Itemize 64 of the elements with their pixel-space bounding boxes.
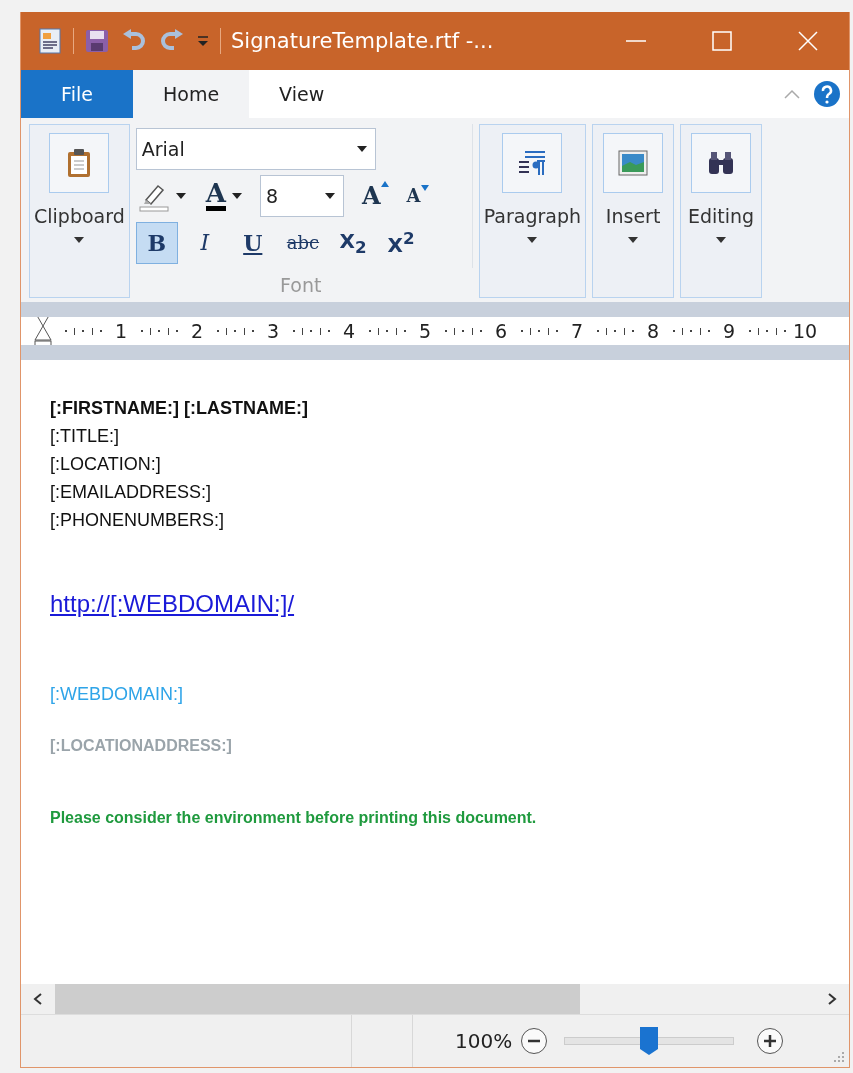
bold-button[interactable]: B bbox=[135, 221, 178, 264]
ribbon-tab[interactable]: Home bbox=[133, 70, 250, 118]
insert-label[interactable]: Insert bbox=[605, 205, 661, 227]
file-menu-tab[interactable]: File bbox=[21, 70, 133, 118]
caret-icon bbox=[356, 146, 367, 152]
document-text: [:LOCATIONADDRESS:] bbox=[50, 736, 232, 756]
document-text: [:TITLE:] bbox=[50, 425, 119, 448]
slider-thumb[interactable] bbox=[639, 1026, 660, 1056]
close-icon[interactable] bbox=[797, 30, 819, 52]
font-size-dropdown[interactable]: 8 bbox=[259, 174, 344, 217]
caret-down-icon bbox=[420, 185, 429, 191]
caret-icon[interactable] bbox=[231, 192, 242, 199]
ruler-number: 5 bbox=[417, 320, 432, 342]
zoom-in-icon[interactable] bbox=[756, 1027, 785, 1055]
editing-label[interactable]: Editing bbox=[688, 205, 755, 227]
caret-icon[interactable] bbox=[628, 237, 639, 243]
maximize-icon[interactable] bbox=[711, 30, 733, 52]
ruler-number: 6 bbox=[493, 320, 508, 342]
document-text: [:LOCATION:] bbox=[50, 453, 161, 476]
help-icon[interactable] bbox=[813, 80, 841, 108]
ruler-number: 8 bbox=[645, 320, 660, 342]
document-text: [:FIRSTNAME:] [:LASTNAME:] bbox=[50, 397, 308, 420]
resize-grip-icon[interactable] bbox=[833, 1051, 845, 1063]
zoom-slider[interactable] bbox=[564, 1026, 735, 1056]
caret-icon[interactable] bbox=[716, 237, 727, 243]
font-group-label: Font bbox=[280, 274, 322, 296]
caret-icon[interactable] bbox=[527, 237, 538, 243]
scrollbar-thumb[interactable] bbox=[55, 984, 580, 1014]
zoom-level-text: 100% bbox=[455, 1029, 513, 1053]
picture-icon[interactable] bbox=[618, 150, 649, 176]
italic-button[interactable]: I bbox=[183, 221, 226, 264]
customize-caret-icon[interactable] bbox=[196, 34, 210, 48]
document-text: [:WEBDOMAIN:] bbox=[50, 683, 183, 706]
paragraph-label[interactable]: Paragraph bbox=[483, 205, 582, 227]
window-title: SignatureTemplate.rtf -... bbox=[231, 29, 494, 53]
ruler-number: 3 bbox=[265, 320, 280, 342]
font-color-button[interactable]: A bbox=[205, 180, 226, 211]
sub-button[interactable]: X$_{2}$ bbox=[332, 221, 375, 264]
ruler-number: 1 bbox=[113, 320, 128, 342]
sup-button[interactable]: X$^{2}$ bbox=[380, 221, 423, 264]
wordpad-icon[interactable] bbox=[37, 27, 63, 55]
caret-icon[interactable] bbox=[175, 192, 186, 199]
document-text: [:PHONENUMBERS:] bbox=[50, 509, 225, 532]
ruler-number: 7 bbox=[569, 320, 584, 342]
save-icon[interactable] bbox=[84, 28, 110, 54]
clipboard-icon[interactable] bbox=[66, 148, 93, 178]
zoom-out-icon[interactable] bbox=[520, 1027, 549, 1055]
ruler-number: 4 bbox=[341, 320, 356, 342]
shrink-font-button[interactable]: A bbox=[406, 185, 429, 206]
paragraph-icon[interactable] bbox=[517, 149, 548, 177]
ruler-number: 2 bbox=[189, 320, 204, 342]
caret-icon bbox=[324, 192, 335, 199]
link[interactable]: http://[:WEBDOMAIN:]/ bbox=[50, 590, 295, 618]
strike-button[interactable]: abc bbox=[279, 221, 327, 264]
font-name-dropdown[interactable]: Arial bbox=[135, 128, 376, 170]
document-text: Please consider the environment before printing this document. bbox=[50, 808, 537, 828]
ruler-number: 10 bbox=[792, 320, 817, 342]
underline-button[interactable]: U bbox=[231, 221, 274, 264]
ruler-number: 9 bbox=[721, 320, 736, 342]
caret-up-icon bbox=[380, 181, 389, 187]
clipboard-label[interactable]: Clipboard bbox=[34, 205, 125, 227]
document-text: [:EMAILADDRESS:] bbox=[50, 481, 212, 504]
grow-font-button[interactable]: A bbox=[361, 181, 389, 210]
caret-icon[interactable] bbox=[74, 237, 85, 243]
